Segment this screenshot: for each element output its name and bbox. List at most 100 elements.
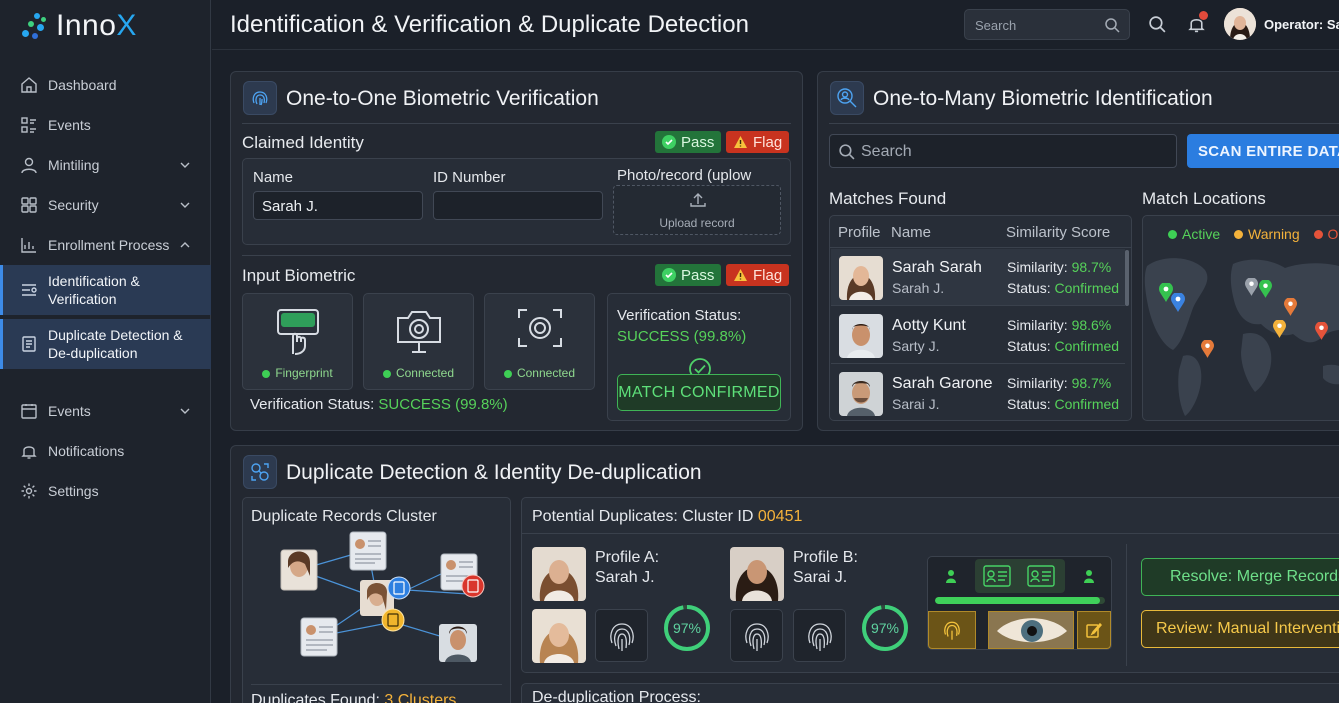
pass-badge[interactable]: Pass: [655, 264, 722, 286]
score-b-value: 97%: [870, 620, 900, 636]
map-pin-icon[interactable]: [1273, 320, 1286, 338]
pass-label: Pass: [681, 133, 715, 151]
fingerprint-scanner-tile[interactable]: Fingerprint: [242, 293, 353, 390]
scan-database-button[interactable]: SCAN ENTIRE DATAB: [1187, 134, 1339, 168]
warning-icon: [734, 136, 747, 148]
sidebar-item-events[interactable]: Events: [0, 105, 211, 145]
search-icon: [839, 144, 855, 160]
pass-badge[interactable]: Pass: [655, 131, 722, 153]
search-placeholder: Search: [975, 18, 1017, 33]
status-value: Confirmed: [1054, 338, 1120, 354]
logo[interactable]: InnoX: [20, 9, 137, 43]
avatar[interactable]: [1224, 8, 1256, 40]
identification-panel: One-to-Many Biometric Identification Sea…: [817, 71, 1339, 431]
table-row[interactable]: Sarah Sarah Sarah J. Similarity: 98.7% S…: [831, 249, 1125, 306]
person-icon: [1084, 570, 1094, 583]
id-list-icon: [22, 284, 37, 296]
similarity-value: 98.6%: [1071, 317, 1112, 333]
fingerprint-icon: [744, 622, 769, 651]
score-a-value: 97%: [672, 620, 702, 636]
camera-icon: [397, 311, 441, 353]
table-row[interactable]: Sarah Garone Sarai J. Similarity: 98.7% …: [831, 365, 1125, 422]
match-status: Status: Confirmed: [1007, 280, 1119, 296]
cluster-id: 00451: [757, 508, 803, 525]
match-alias: Sarty J.: [892, 338, 940, 354]
match-alias: Sarah J.: [892, 280, 945, 296]
id-number-label: ID Number: [433, 169, 506, 186]
document-icon: [22, 336, 36, 352]
chevron-down-icon[interactable]: [179, 159, 191, 171]
person-icon: [946, 570, 956, 583]
sidebar-item-duplicate-detection[interactable]: Duplicate Detection & De-duplication: [0, 319, 211, 369]
photo-record-label: Photo/record (uplow: [617, 167, 752, 184]
map-pin-icon[interactable]: [1171, 293, 1185, 312]
sidebar-item-security[interactable]: Security: [0, 185, 211, 225]
tile-status-label: Fingerprint: [275, 366, 333, 380]
iris-scanner-tile[interactable]: Connected: [484, 293, 595, 390]
sidebar-item-notifications[interactable]: Notifications: [0, 431, 211, 471]
map-pin-icon[interactable]: [1201, 340, 1214, 358]
profile-a-label: Profile A:: [595, 549, 660, 566]
profile-a-name: Sarah J.: [595, 569, 655, 586]
sidebar-item-identification[interactable]: Identification & Verification: [0, 265, 211, 315]
match-locations-map[interactable]: Active Warning O: [1142, 215, 1339, 421]
column-header[interactable]: Name: [891, 224, 931, 241]
chevron-down-icon[interactable]: [179, 199, 191, 211]
table-row[interactable]: Aotty Kunt Sarty J. Similarity: 98.6% St…: [831, 307, 1125, 364]
legend-label: Warning: [1248, 226, 1300, 242]
chevron-down-icon[interactable]: [179, 405, 191, 417]
sidebar-item-dashboard[interactable]: Dashboard: [0, 65, 211, 105]
upload-dropzone[interactable]: Upload record: [613, 185, 781, 235]
flag-badge[interactable]: Flag: [726, 264, 790, 286]
check-circle-icon: [662, 135, 676, 149]
map-pin-icon[interactable]: [1245, 278, 1258, 296]
matches-table: Profile Name Similarity Score Sarah Sara…: [829, 215, 1132, 421]
search-icon[interactable]: [1148, 15, 1167, 34]
sidebar-item-enrollment[interactable]: Enrollment Process: [0, 225, 211, 265]
profile-a-fingerprint[interactable]: [595, 609, 648, 662]
divider: [251, 684, 502, 685]
fingerprint-scanner-icon: [277, 309, 319, 355]
flag-badge[interactable]: Flag: [726, 131, 790, 153]
map-pin-icon[interactable]: [1284, 298, 1297, 316]
map-pin-icon[interactable]: [1259, 280, 1272, 298]
profile-b-label: Profile B:: [793, 549, 858, 566]
profile-b-fingerprint-alt[interactable]: [793, 609, 846, 662]
name-field[interactable]: Sarah J.: [253, 191, 423, 220]
sidebar-item-settings[interactable]: Settings: [0, 471, 211, 511]
column-header[interactable]: Profile: [838, 224, 881, 241]
table-scrollbar[interactable]: [1125, 250, 1129, 306]
search-input[interactable]: Search: [964, 9, 1130, 40]
flag-label: Flag: [753, 133, 783, 151]
chart-icon: [21, 238, 36, 253]
id-card-icon: [983, 565, 1011, 587]
merge-records-button[interactable]: Resolve: Merge Records: [1141, 558, 1339, 596]
status-label: Status:: [1007, 280, 1055, 296]
identification-search-input[interactable]: Search: [829, 134, 1177, 168]
sidebar-item-events-2[interactable]: Events: [0, 391, 211, 431]
match-alias: Sarai J.: [892, 396, 940, 412]
user-icon: [21, 157, 37, 174]
map-pin-icon[interactable]: [1315, 322, 1328, 340]
gear-icon: [21, 483, 37, 499]
comparison-widget[interactable]: [927, 556, 1112, 650]
profile-b-fingerprint[interactable]: [730, 609, 783, 662]
sidebar-item-label: Mintiling: [48, 157, 100, 173]
warning-icon: [734, 269, 747, 281]
match-confirmed-button[interactable]: MATCH CONFIRMED: [617, 374, 781, 411]
tile-status-label: Connected: [516, 366, 576, 380]
tile-status: Connected: [485, 366, 594, 380]
duplicates-found: Duplicates Found: 3 Clusters: [251, 692, 456, 703]
column-header[interactable]: Similarity Score: [1006, 224, 1110, 241]
camera-tile[interactable]: Connected: [363, 293, 474, 390]
tile-status: Connected: [364, 366, 473, 380]
fingerprint-icon: [609, 622, 634, 651]
notifications-button[interactable]: [1187, 11, 1209, 36]
edit-tile[interactable]: [1077, 611, 1111, 649]
cluster-graph[interactable]: [263, 530, 493, 670]
sidebar-item-mintiling[interactable]: Mintiling: [0, 145, 211, 185]
manual-review-button[interactable]: Review: Manual Interventio: [1141, 610, 1339, 648]
dedup-process-label: De-duplication Process:: [532, 689, 701, 703]
id-number-field[interactable]: [433, 191, 603, 220]
chevron-up-icon[interactable]: [179, 239, 191, 251]
